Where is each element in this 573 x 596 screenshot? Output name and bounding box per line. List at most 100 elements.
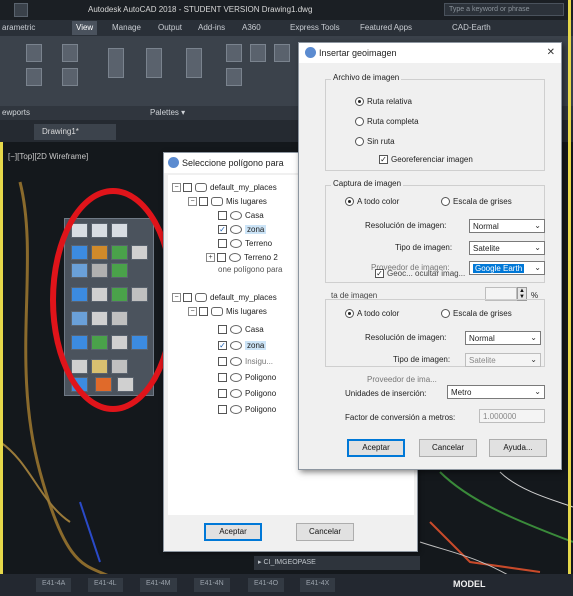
tab-express-tools[interactable]: Express Tools (290, 23, 340, 32)
tree-node[interactable]: − Mis lugares (188, 197, 267, 210)
tab-add-ins[interactable]: Add-ins (198, 23, 225, 32)
accept-button[interactable]: Aceptar (347, 439, 405, 457)
resolution-select-2[interactable]: Normal ⌄ (465, 331, 541, 345)
polygon-icon (230, 211, 242, 221)
ribbon-group-palettes[interactable]: Palettes ▾ (150, 108, 185, 117)
layout-tab[interactable]: E41-4L (88, 578, 123, 592)
image-type-select-2[interactable]: Satelite ⌄ (465, 353, 541, 367)
polygon-icon (230, 225, 242, 235)
factor-label: Factor de conversión a metros: (345, 413, 456, 422)
ribbon-button-icon[interactable] (108, 48, 124, 78)
image-type-select[interactable]: Satelite ⌄ (469, 241, 545, 255)
close-icon[interactable]: ✕ (547, 47, 555, 58)
units-select[interactable]: Metro ⌄ (447, 385, 545, 399)
tree-checkbox[interactable] (217, 253, 226, 263)
radio-full-color[interactable]: A todo color (345, 197, 399, 207)
folder-icon (195, 183, 207, 193)
ribbon-button-icon[interactable] (226, 68, 242, 86)
tree-node[interactable]: Terreno (218, 239, 272, 252)
tree-node[interactable]: Casa (218, 211, 264, 224)
file-tab-drawing1[interactable]: Drawing1* (34, 124, 116, 140)
cancel-button[interactable]: Cancelar (419, 439, 477, 457)
ribbon-button-icon[interactable] (62, 68, 78, 86)
help-button[interactable]: Ayuda... (489, 439, 547, 457)
tab-output[interactable]: Output (158, 23, 182, 32)
tree-node[interactable]: − default_my_places (172, 293, 277, 306)
tree-node[interactable]: Poligono (218, 373, 276, 386)
tab-cad-earth[interactable]: CAD-Earth (452, 23, 491, 32)
radio-full-path[interactable]: Ruta completa (355, 117, 419, 127)
tree-node[interactable]: Casa (218, 325, 264, 338)
ribbon-button-icon[interactable] (226, 44, 242, 62)
tab-parametric[interactable]: arametric (2, 23, 35, 32)
layout-tabs-bar (0, 574, 573, 596)
layout-tab[interactable]: E41-4M (140, 578, 177, 592)
ribbon-button-icon[interactable] (62, 44, 78, 62)
tab-featured-apps[interactable]: Featured Apps (360, 23, 412, 32)
ribbon-button-icon[interactable] (146, 48, 162, 78)
tab-manage[interactable]: Manage (112, 23, 141, 32)
tree-checkbox[interactable] (199, 197, 208, 207)
tree-checkbox[interactable] (218, 373, 227, 383)
model-space-button[interactable]: MODEL (453, 579, 486, 589)
tree-node[interactable]: Poligono (218, 389, 276, 402)
layout-tab[interactable]: E41-4X (300, 578, 336, 592)
polygon-icon (230, 405, 242, 415)
tree-node[interactable]: − default_my_places (172, 183, 277, 196)
radio-grayscale-2[interactable]: Escala de grises (441, 309, 512, 319)
tree-checkbox[interactable] (218, 405, 227, 415)
ribbon-button-icon[interactable] (26, 68, 42, 86)
tree-checkbox[interactable] (218, 357, 227, 367)
ribbon-button-icon[interactable] (26, 44, 42, 62)
group-title: Captura de imagen (331, 179, 404, 188)
tree-checkbox[interactable] (199, 307, 208, 317)
chevron-down-icon: ⌄ (530, 355, 537, 364)
polygon-icon (230, 239, 242, 249)
georeference-checkbox[interactable]: ✓ Georeferenciar imagen (379, 155, 473, 165)
tree-checkbox[interactable] (218, 211, 227, 221)
radio-grayscale[interactable]: Escala de grises (441, 197, 512, 207)
tree-node[interactable]: ✓ zona (218, 225, 267, 238)
factor-input[interactable]: 1.000000 (479, 409, 545, 423)
tree-checkbox[interactable] (218, 389, 227, 399)
layout-tab[interactable]: E41-4N (194, 578, 230, 592)
polygon-icon (230, 341, 242, 351)
tree-checkbox[interactable] (218, 239, 227, 249)
tree-checkbox[interactable] (183, 183, 192, 193)
tree-collapse-icon[interactable]: − (172, 293, 181, 303)
tree-checkbox[interactable] (183, 293, 192, 303)
radio-full-color-2[interactable]: A todo color (345, 309, 399, 319)
tree-collapse-icon[interactable]: − (188, 197, 197, 207)
tree-collapse-icon[interactable]: − (188, 307, 197, 317)
ribbon-button-icon[interactable] (186, 48, 202, 78)
search-input[interactable]: Type a keyword or phrase (444, 3, 564, 16)
layout-tab[interactable]: E41-4A (36, 578, 72, 592)
tree-collapse-icon[interactable]: − (172, 183, 181, 193)
window-border-right (568, 0, 571, 596)
tab-a360[interactable]: A360 (242, 23, 261, 32)
tab-view[interactable]: View (72, 21, 98, 35)
resolution-select[interactable]: Normal ⌄ (469, 219, 545, 233)
command-line[interactable]: ▸ CI_IMGEOPASE (254, 556, 420, 570)
tree-node[interactable]: − Mis lugares (188, 307, 267, 320)
ribbon-button-icon[interactable] (274, 44, 290, 62)
radio-relative-path[interactable]: Ruta relativa (355, 97, 412, 107)
quick-access-icon[interactable] (14, 3, 28, 17)
provider-select[interactable]: Google Earth ⌄ (469, 261, 545, 275)
hide-image-checkbox[interactable]: ✓ Geoc... ocultar imag... (375, 269, 465, 279)
tree-checkbox[interactable] (218, 325, 227, 335)
tree-node[interactable]: ✓ zona (218, 341, 267, 354)
cancel-button[interactable]: Cancelar (296, 523, 354, 541)
tree-checkbox[interactable]: ✓ (218, 225, 227, 235)
tree-node[interactable]: Insigu... (218, 357, 273, 370)
radio-no-path[interactable]: Sin ruta (355, 137, 395, 147)
accept-button[interactable]: Aceptar (204, 523, 262, 541)
ribbon-button-icon[interactable] (250, 44, 266, 62)
group-title: Archivo de imagen (331, 73, 402, 82)
tree-node[interactable]: Poligono (218, 405, 276, 418)
image-type-label: Tipo de imagen: (395, 243, 453, 252)
tree-expand-icon[interactable]: + (206, 253, 215, 263)
tree-checkbox[interactable]: ✓ (218, 341, 227, 351)
viewport-label[interactable]: [−][Top][2D Wireframe] (8, 152, 88, 161)
layout-tab[interactable]: E41-4O (248, 578, 285, 592)
